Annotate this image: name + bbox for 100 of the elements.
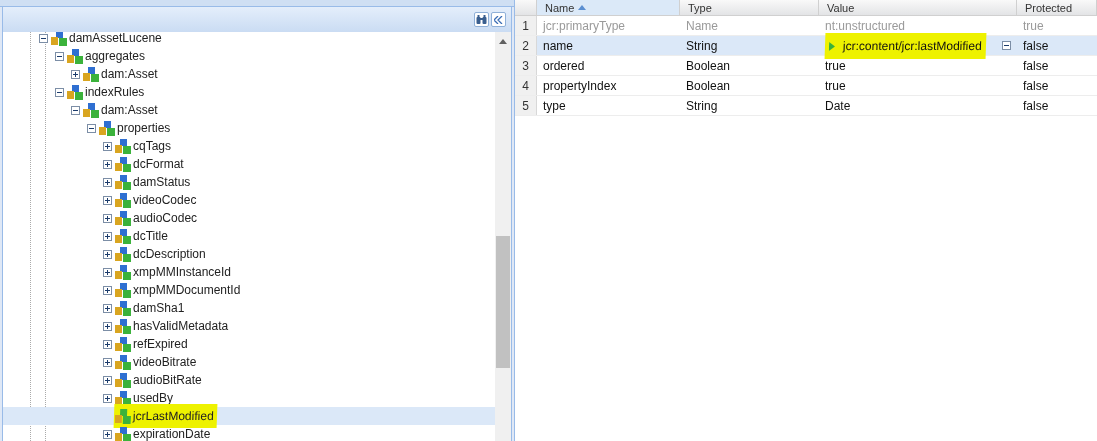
tree-node-label[interactable]: videoBitrate	[133, 353, 197, 371]
column-header[interactable]: Name	[537, 0, 680, 15]
tree-node-label[interactable]: dcDescription	[133, 245, 206, 263]
cubes-icon	[115, 210, 131, 226]
table-row[interactable]: 2 name String jcr:content/jcr:lastModified false	[515, 36, 1097, 56]
table-row[interactable]: 4 propertyIndex Boolean true false	[515, 76, 1097, 96]
tree-row[interactable]: damStatus	[3, 173, 495, 191]
tree-node-label[interactable]: damAssetLucene	[69, 32, 162, 47]
tree-node-label[interactable]: refExpired	[133, 335, 188, 353]
tree-node-label[interactable]: expirationDate	[133, 425, 211, 441]
expand-toggle-icon[interactable]	[103, 321, 112, 331]
cubes-icon	[115, 336, 131, 352]
expand-toggle-icon[interactable]	[103, 231, 112, 241]
expand-toggle-icon[interactable]	[103, 303, 112, 313]
table-row[interactable]: 5 type String Date false	[515, 96, 1097, 116]
tree-node-label[interactable]: hasValidMetadata	[133, 317, 229, 335]
tree-node-label[interactable]: videoCodec	[133, 191, 197, 209]
tree-node-label[interactable]: usedBy	[133, 389, 174, 407]
table-cell-text: String	[685, 97, 719, 115]
tree-row[interactable]: indexRules	[3, 83, 495, 101]
tree-row[interactable]: damAssetLucene	[3, 32, 495, 47]
collapse-toggle-icon[interactable]	[39, 33, 48, 43]
expand-toggle-icon[interactable]	[103, 339, 112, 349]
cubes-icon	[115, 318, 131, 334]
tree-node-label[interactable]: dam:Asset	[101, 101, 158, 119]
tree-row[interactable]: properties	[3, 119, 495, 137]
expand-toggle-icon[interactable]	[103, 393, 112, 403]
tree-row[interactable]: expirationDate	[3, 425, 495, 441]
tree-row[interactable]: videoBitrate	[3, 353, 495, 371]
expand-toggle-icon[interactable]	[103, 141, 112, 151]
tree-row[interactable]: aggregates	[3, 47, 495, 65]
tree-node-label[interactable]: audioBitRate	[133, 371, 202, 389]
cubes-icon	[115, 300, 131, 316]
tree-row[interactable]: hasValidMetadata	[3, 317, 495, 335]
expand-toggle-icon[interactable]	[103, 159, 112, 169]
table-cell-text: jcr:content/jcr:lastModified	[842, 37, 983, 55]
table-cell-text: true	[1022, 17, 1045, 35]
cubes-icon	[115, 192, 131, 208]
tree-row[interactable]: dcTitle	[3, 227, 495, 245]
table-cell-text: true	[824, 57, 847, 75]
collapse-toggle-icon[interactable]	[87, 123, 96, 133]
tree-node-label[interactable]: dcTitle	[133, 227, 168, 245]
binoculars-icon	[476, 15, 487, 24]
table-row[interactable]: 3 ordered Boolean true false	[515, 56, 1097, 76]
tree-row[interactable]: dcFormat	[3, 155, 495, 173]
tree-node-label[interactable]: xmpMMDocumentId	[133, 281, 241, 299]
tree-row[interactable]: dam:Asset	[3, 65, 495, 83]
scrollbar[interactable]	[495, 32, 511, 441]
expand-toggle-icon[interactable]	[103, 177, 112, 187]
expand-toggle-icon[interactable]	[103, 429, 112, 439]
expand-toggle-icon[interactable]	[103, 267, 112, 277]
tree-row[interactable]: dam:Asset	[3, 101, 495, 119]
collapse-toggle-icon[interactable]	[55, 87, 64, 97]
expand-toggle-icon[interactable]	[103, 285, 112, 295]
tree-node-label[interactable]: xmpMMInstanceId	[133, 263, 232, 281]
tree-node-label[interactable]: properties	[117, 119, 171, 137]
cubes-icon	[115, 138, 131, 154]
table-cell-text: false	[1022, 97, 1050, 115]
tree-row[interactable]: xmpMMDocumentId	[3, 281, 495, 299]
tree-node-label[interactable]: aggregates	[85, 47, 146, 65]
cubes-icon	[67, 48, 83, 64]
tree-row[interactable]: damSha1	[3, 299, 495, 317]
tree-node-label[interactable]: damSha1	[133, 299, 185, 317]
expand-toggle-icon[interactable]	[103, 375, 112, 385]
tree-row[interactable]: dcDescription	[3, 245, 495, 263]
tree-row[interactable]: cqTags	[3, 137, 495, 155]
cubes-icon	[115, 246, 131, 262]
tree-row[interactable]: jcrLastModified	[3, 407, 495, 425]
scroll-up-icon	[499, 39, 507, 44]
scroll-thumb[interactable]	[496, 236, 510, 368]
tree-node-label[interactable]: cqTags	[133, 137, 172, 155]
expand-toggle-icon[interactable]	[103, 357, 112, 367]
collapse-icon[interactable]	[1002, 41, 1011, 50]
tree-row[interactable]: usedBy	[3, 389, 495, 407]
search-button[interactable]	[474, 12, 489, 27]
tree-node-label[interactable]: indexRules	[85, 83, 145, 101]
expand-toggle-icon[interactable]	[103, 213, 112, 223]
expand-toggle-icon[interactable]	[71, 69, 80, 79]
tree-row[interactable]: xmpMMInstanceId	[3, 263, 495, 281]
cubes-icon	[115, 372, 131, 388]
tree-node-label[interactable]: damStatus	[133, 173, 191, 191]
tree-node-label[interactable]: jcrLastModified	[132, 407, 214, 425]
expand-toggle-icon[interactable]	[103, 195, 112, 205]
column-header[interactable]: Protected	[1017, 0, 1097, 15]
tree-node-label[interactable]: dam:Asset	[101, 65, 158, 83]
tree-node-label[interactable]: audioCodec	[133, 209, 198, 227]
expand-toggle-icon[interactable]	[103, 249, 112, 259]
collapse-toggle-icon[interactable]	[71, 105, 80, 115]
tree-node-label[interactable]: dcFormat	[133, 155, 184, 173]
tree-row[interactable]: refExpired	[3, 335, 495, 353]
row-number: 5	[515, 96, 537, 115]
tree-row[interactable]: audioCodec	[3, 209, 495, 227]
tree-row[interactable]: videoCodec	[3, 191, 495, 209]
tree-row[interactable]: audioBitRate	[3, 371, 495, 389]
column-header[interactable]: Value	[819, 0, 1017, 15]
table-cell-text: Boolean	[685, 77, 732, 95]
column-header[interactable]: Type	[680, 0, 819, 15]
collapse-button[interactable]	[491, 12, 506, 27]
collapse-toggle-icon[interactable]	[55, 51, 64, 61]
cubes-icon	[115, 282, 131, 298]
